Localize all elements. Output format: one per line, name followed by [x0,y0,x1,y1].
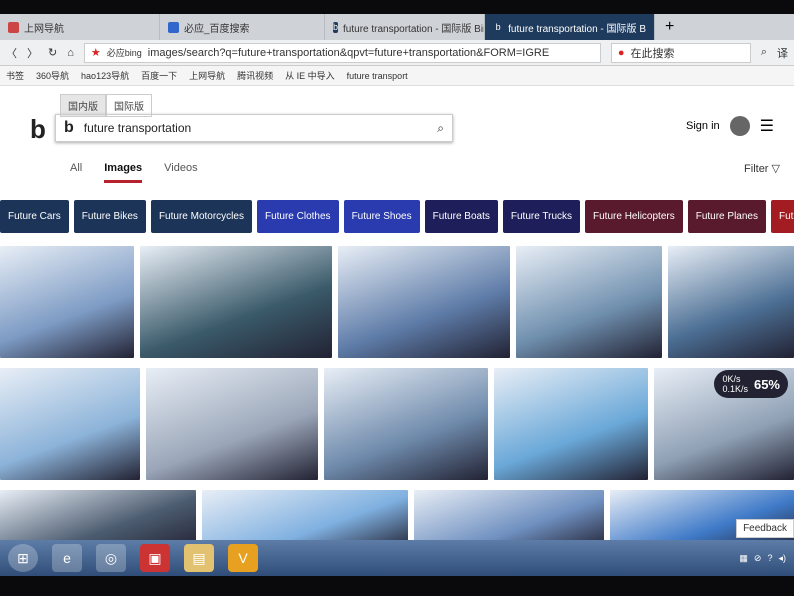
tab-favicon-icon [8,21,19,33]
image-result[interactable] [324,368,488,480]
tray-icon[interactable]: ? [767,553,772,564]
related-search-chip[interactable]: Future Planes [687,200,766,233]
net-speed-widget: 0K/s 0.1K/s 65% [714,370,788,398]
tab-favicon-icon: b [333,21,339,33]
screen: 上网导航 必应_百度搜索 b future transportation - 国际版 … [0,14,794,576]
folder-icon[interactable]: ▤ [184,544,214,572]
related-search-chip[interactable]: Future Clothes [256,200,339,233]
image-result[interactable] [0,246,134,358]
bookmark-item[interactable]: 腾讯视频 [237,69,273,82]
related-search-chip[interactable]: Future Technology [770,200,794,233]
tab-bar: 上网导航 必应_百度搜索 b future transportation - 国际版 … [0,14,794,40]
star-icon[interactable]: ★ [91,46,101,59]
bookmark-item[interactable]: 从 IE 中导入 [285,69,335,82]
bookmark-item[interactable]: 书签 [6,69,24,82]
search-icon[interactable]: ⌕ [437,121,444,136]
bing-page: 国内版 国际版 b b future transportation ⌕ Sign… [0,86,794,550]
bookmarks-bar: 书签 360导航 hao123导航 百度一下 上网导航 腾讯视频从 IE 中导入 futur… [0,66,794,86]
related-search-chip[interactable]: Future Shoes [343,200,420,233]
address-bar: 〈 〉 ↻ ⌂ ★ 必应bing images/search?q=future+… [0,40,794,66]
avatar[interactable] [729,116,750,136]
translate-button[interactable]: 译 [777,45,788,61]
bing-small-logo: b [64,119,74,136]
image-result[interactable] [516,246,662,358]
ie-icon[interactable]: e [52,544,82,572]
related-search-chip[interactable]: Future Bikes [73,200,146,233]
bookmark-item[interactable]: 百度一下 [141,69,177,82]
related-search-chip[interactable]: Future Boats [424,200,498,233]
browser-search-input[interactable]: ● 在此搜索 [610,42,751,63]
new-tab-button[interactable]: + [655,18,684,36]
tray-icon[interactable]: ▦ [739,553,748,564]
nav-videos[interactable]: Videos [164,162,197,183]
related-searches: Future Cars Future Bikes Future Motorcycle… [0,200,794,233]
back-icon[interactable]: 〈 [6,45,17,61]
nav-all[interactable]: All [70,162,82,183]
image-result[interactable] [494,368,648,480]
tab-favicon-icon [168,21,179,33]
taskbar: ⊞ e ◎ ▣ ▤ V ▦ ⊘? ◂) [0,540,794,576]
tray-icon[interactable]: ⊘ [754,553,762,564]
url-input[interactable]: ★ 必应bing images/search?q=future+transpor… [83,42,601,63]
start-button[interactable]: ⊞ [8,544,38,572]
image-result[interactable] [668,246,794,358]
sign-in-link[interactable]: Sign in [686,120,720,132]
nav-images[interactable]: Images [104,162,143,183]
bookmark-item[interactable]: future transport [347,71,408,81]
browser-tab[interactable]: 必应_百度搜索 [160,14,325,40]
search-input[interactable]: b future transportation ⌕ [55,114,453,142]
volume-icon[interactable]: ◂) [778,553,786,564]
bookmark-item[interactable]: hao123导航 [81,69,129,82]
feedback-button[interactable]: Feedback [736,519,794,538]
related-search-chip[interactable]: Future Helicopters [585,200,683,233]
filter-button[interactable]: Filter ▽ [744,162,780,175]
system-tray: ▦ ⊘? ◂) [739,553,786,564]
search-icon[interactable]: ⌕ [761,46,767,59]
related-search-chip[interactable]: Future Cars [0,200,69,233]
image-result[interactable] [338,246,510,358]
bookmark-item[interactable]: 360导航 [36,69,69,82]
related-search-chip[interactable]: Future Motorcycles [150,200,252,233]
related-search-chip[interactable]: Future Trucks [502,200,581,233]
menu-icon[interactable]: ☰ [760,116,774,136]
search-engine-icon: ● [617,46,625,59]
browser-icon[interactable]: ◎ [96,544,126,572]
forward-icon[interactable]: 〉 [27,45,38,61]
image-result[interactable] [0,368,140,480]
refresh-icon[interactable]: ↻ [48,46,57,59]
image-result[interactable] [146,368,318,480]
image-result[interactable] [140,246,332,358]
bing-logo[interactable]: b [30,114,46,145]
home-icon[interactable]: ⌂ [67,47,74,59]
bookmark-item[interactable]: 上网导航 [189,69,225,82]
app-icon[interactable]: V [228,544,258,572]
browser-tab[interactable]: 上网导航 [0,14,160,40]
tab-favicon-icon: b [493,21,504,33]
office-icon[interactable]: ▣ [140,544,170,572]
browser-tab[interactable]: b future transportation - 国际版 Bing [325,14,485,40]
browser-tab[interactable]: b future transportation - 国际版 B [485,14,655,40]
